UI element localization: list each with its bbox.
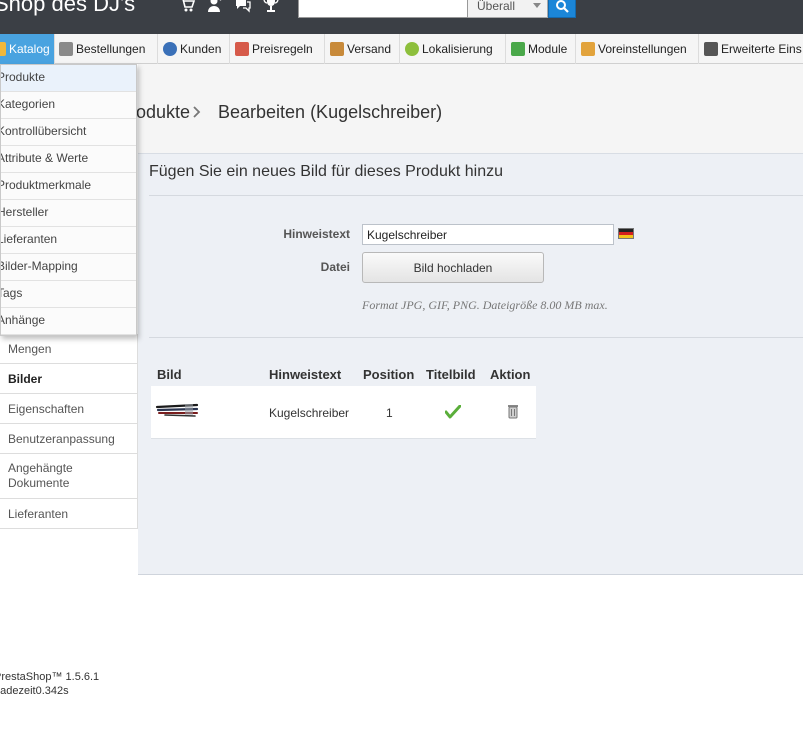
search-icon bbox=[556, 0, 569, 13]
menu-item-label: Versand bbox=[347, 42, 392, 56]
tab-label: Eigenschaften bbox=[8, 401, 85, 416]
search-input[interactable] bbox=[298, 0, 468, 18]
footer-version: PrestaShop™ 1.5.6.1 bbox=[0, 671, 100, 683]
row-position: 1 bbox=[386, 406, 393, 420]
tab-eigenschaften[interactable]: Eigenschaften bbox=[0, 394, 137, 424]
product-tabs: Mengen Bilder Eigenschaften Benutzeranpa… bbox=[0, 334, 138, 529]
page-title: Bearbeiten (Kugelschreiber) bbox=[218, 102, 443, 122]
image-table: Bild Hinweistext Position Titelbild Akti… bbox=[151, 362, 536, 439]
wrench-icon bbox=[704, 42, 718, 56]
dropdown-item-anhaenge[interactable]: Anhänge bbox=[1, 308, 136, 335]
table-header bbox=[151, 362, 536, 386]
dropdown-item-hersteller[interactable]: Hersteller bbox=[1, 200, 136, 227]
dropdown-item-lieferanten[interactable]: Lieferanten bbox=[1, 227, 136, 254]
customer-icon bbox=[163, 42, 177, 56]
german-flag-icon[interactable] bbox=[618, 228, 634, 239]
dropdown-item-kontrolluebersicht[interactable]: Kontrollübersicht bbox=[1, 119, 136, 146]
menu-item-module[interactable]: Module bbox=[508, 34, 576, 64]
column-header-titelbild: Titelbild bbox=[426, 367, 476, 382]
truck-icon bbox=[330, 42, 344, 56]
tab-label: Bilder bbox=[8, 371, 43, 386]
menu-item-label: Voreinstellungen bbox=[598, 42, 687, 56]
tab-angehaengte-dokumente[interactable]: Angehängte Dokumente bbox=[0, 454, 137, 499]
tab-label: Lieferanten bbox=[8, 506, 69, 521]
menu-item-label: Preisregeln bbox=[252, 42, 313, 56]
menu-item-label: Erweiterte Eins bbox=[721, 42, 802, 56]
menu-item-label: Katalog bbox=[9, 42, 50, 56]
format-hint: Format JPG, GIF, PNG. Dateigröße 8.00 MB… bbox=[362, 298, 608, 312]
file-label: Datei bbox=[320, 260, 350, 274]
menu-item-bestellungen[interactable]: Bestellungen bbox=[56, 34, 158, 64]
caption-input[interactable] bbox=[362, 224, 614, 245]
dropdown-item-kategorien[interactable]: Kategorien bbox=[1, 92, 136, 119]
footer-load-time: Ladezeit0.342s bbox=[0, 685, 69, 697]
messages-icon[interactable] bbox=[234, 0, 252, 14]
dropdown-item-attribute-werte[interactable]: Attribute & Werte bbox=[1, 146, 136, 173]
divider bbox=[149, 195, 803, 196]
menu-item-label: Module bbox=[528, 42, 568, 56]
column-header-hinweistext: Hinweistext bbox=[269, 367, 342, 382]
puzzle-icon bbox=[511, 42, 525, 56]
caption-label: Hinweistext bbox=[283, 227, 350, 241]
search-scope-select[interactable]: Überall bbox=[468, 0, 548, 18]
product-thumbnail[interactable] bbox=[155, 402, 199, 418]
menu-item-label: Kunden bbox=[180, 42, 222, 56]
upload-image-button[interactable]: Bild hochladen bbox=[362, 252, 544, 283]
menu-item-lokalisierung[interactable]: Lokalisierung bbox=[402, 34, 506, 64]
divider bbox=[149, 337, 803, 338]
menu-item-label: Lokalisierung bbox=[422, 42, 493, 56]
cart-icon[interactable] bbox=[178, 0, 196, 14]
tab-benutzeranpassung[interactable]: Benutzeranpassung bbox=[0, 424, 137, 454]
column-header-position: Position bbox=[363, 367, 415, 382]
trophy-icon[interactable] bbox=[262, 0, 280, 14]
tab-lieferanten[interactable]: Lieferanten bbox=[0, 499, 137, 529]
catalog-icon bbox=[0, 42, 6, 56]
globe-icon bbox=[405, 42, 419, 56]
menu-item-erweiterte-einstellungen[interactable]: Erweiterte Eins bbox=[701, 34, 803, 64]
trash-icon[interactable] bbox=[507, 404, 519, 419]
dropdown-item-produkte[interactable]: Produkte bbox=[1, 65, 136, 92]
menu-item-label: Bestellungen bbox=[76, 42, 146, 56]
menu-item-versand[interactable]: Versand bbox=[327, 34, 400, 64]
top-header: Shop des DJ's Überall bbox=[0, 0, 803, 34]
menu-item-preisregeln[interactable]: Preisregeln bbox=[232, 34, 325, 64]
tab-label: Angehängte Dokumente bbox=[8, 461, 73, 490]
column-header-bild: Bild bbox=[157, 367, 182, 382]
panel-title: Fügen Sie ein neues Bild für dieses Prod… bbox=[149, 163, 503, 180]
main-menu: Katalog Bestellungen Kunden Preisregeln … bbox=[0, 34, 803, 64]
tab-bilder[interactable]: Bilder bbox=[0, 364, 137, 394]
customer-icon[interactable] bbox=[206, 0, 224, 14]
dropdown-item-produktmerkmale[interactable]: Produktmerkmale bbox=[1, 173, 136, 200]
menu-item-kunden[interactable]: Kunden bbox=[160, 34, 230, 64]
menu-item-katalog[interactable]: Katalog bbox=[0, 34, 55, 64]
dropdown-item-tags[interactable]: Tags bbox=[1, 281, 136, 308]
tab-label: Mengen bbox=[8, 341, 52, 356]
search-scope-label: Überall bbox=[477, 0, 516, 13]
tab-label: Benutzeranpassung bbox=[8, 431, 115, 446]
chevron-down-icon bbox=[533, 3, 541, 8]
row-caption: Kugelschreiber bbox=[269, 406, 350, 420]
chevron-right-icon bbox=[193, 106, 201, 118]
shop-title[interactable]: Shop des DJ's bbox=[0, 0, 135, 17]
search-button[interactable] bbox=[548, 0, 576, 18]
tab-mengen[interactable]: Mengen bbox=[0, 334, 137, 364]
cover-check-icon[interactable] bbox=[445, 405, 461, 419]
catalog-dropdown: Produkte Kategorien Kontrollübersicht At… bbox=[0, 64, 137, 336]
menu-item-voreinstellungen[interactable]: Voreinstellungen bbox=[578, 34, 699, 64]
price-rules-icon bbox=[235, 42, 249, 56]
cart-icon bbox=[59, 42, 73, 56]
column-header-aktion: Aktion bbox=[490, 367, 531, 382]
dropdown-item-bilder-mapping[interactable]: Bilder-Mapping bbox=[1, 254, 136, 281]
preferences-icon bbox=[581, 42, 595, 56]
